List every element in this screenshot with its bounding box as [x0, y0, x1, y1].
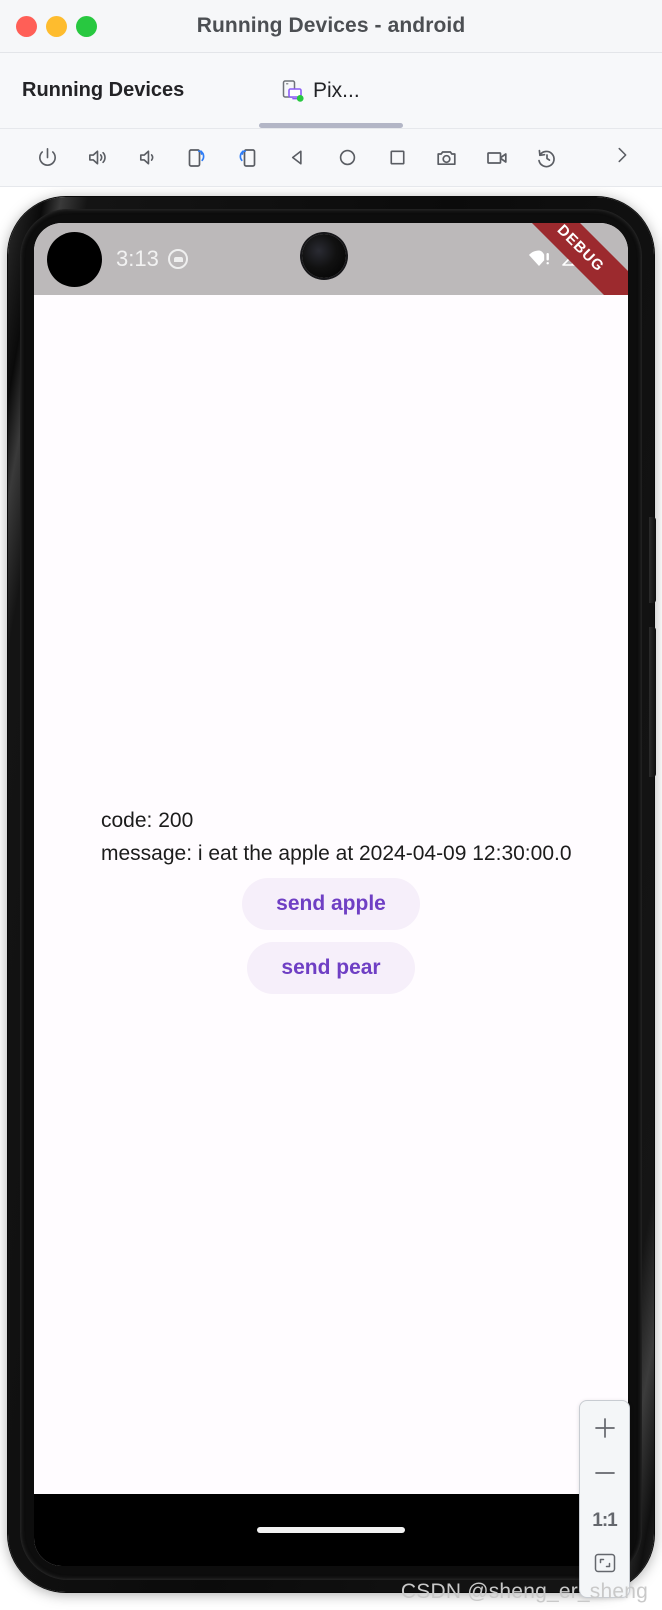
notification-dot-icon — [168, 249, 188, 269]
response-text: code: 200 message: i eat the apple at 20… — [101, 804, 572, 870]
volume-up-button[interactable] — [72, 136, 122, 180]
close-button[interactable] — [16, 15, 37, 37]
watermark: CSDN @sheng_er_sheng — [400, 1580, 648, 1603]
plus-icon — [591, 1414, 619, 1447]
power-button[interactable] — [22, 136, 72, 180]
chevron-right-icon — [611, 144, 633, 171]
flutter-app-content: code: 200 message: i eat the apple at 20… — [34, 295, 628, 1494]
minimize-button[interactable] — [46, 15, 67, 37]
zoom-out-button[interactable] — [582, 1454, 627, 1497]
history-rotate-icon — [535, 146, 559, 170]
send-pear-button[interactable]: send pear — [247, 942, 415, 994]
actual-size-label: 1:1 — [592, 1509, 617, 1531]
toolbar-overflow-button[interactable] — [602, 136, 642, 180]
device-toolbar — [0, 129, 662, 187]
device-display[interactable]: 3:13 DEBUG code: 200 message: i eat the … — [34, 223, 628, 1566]
camera-icon — [435, 146, 459, 170]
zoom-controls-panel: 1:1 — [579, 1400, 630, 1598]
status-bar-clock: 3:13 — [116, 246, 159, 271]
back-button[interactable] — [272, 136, 322, 180]
actual-size-button[interactable]: 1:1 — [582, 1499, 627, 1542]
home-button[interactable] — [322, 136, 372, 180]
back-triangle-icon — [286, 146, 309, 169]
front-camera-punch-hole — [302, 234, 346, 278]
volume-up-icon — [86, 146, 109, 169]
fit-to-screen-icon — [592, 1550, 618, 1581]
device-power-side-button — [649, 517, 656, 603]
active-tab-indicator — [259, 123, 403, 128]
status-bar-mask-left — [47, 232, 102, 287]
window-title-bar: Running Devices - android — [0, 0, 662, 53]
restore-button[interactable] — [522, 136, 572, 180]
device-volume-side-button — [649, 627, 656, 777]
running-devices-window: Running Devices - android Running Device… — [0, 0, 662, 1610]
rotate-left-button[interactable] — [222, 136, 272, 180]
screenshot-button[interactable] — [422, 136, 472, 180]
zoom-button[interactable] — [76, 15, 97, 37]
wifi-warning-icon — [528, 246, 554, 273]
overview-button[interactable] — [372, 136, 422, 180]
response-message-line: message: i eat the apple at 2024-04-09 1… — [101, 842, 572, 865]
action-buttons: send apple send pear — [34, 878, 628, 994]
tool-window-title: Running Devices — [22, 79, 185, 101]
tab-pixel-device[interactable]: Pix... — [258, 53, 376, 129]
window-title: Running Devices - android — [196, 14, 466, 37]
send-apple-button[interactable]: send apple — [242, 878, 420, 930]
android-status-bar: 3:13 DEBUG — [34, 223, 628, 295]
device-frame: 3:13 DEBUG code: 200 message: i eat the … — [8, 197, 656, 1592]
home-gesture-pill[interactable] — [257, 1527, 405, 1533]
home-circle-icon — [336, 146, 359, 169]
video-camera-icon — [485, 146, 509, 170]
rotate-right-icon — [185, 146, 209, 170]
window-controls — [16, 15, 97, 37]
rotate-left-icon — [235, 146, 259, 170]
minus-icon — [591, 1459, 619, 1492]
emulator-device-icon — [280, 79, 305, 104]
zoom-in-button[interactable] — [582, 1409, 627, 1452]
screen-record-button[interactable] — [472, 136, 522, 180]
overview-square-icon — [386, 146, 409, 169]
response-code-line: code: 200 — [101, 809, 194, 832]
volume-down-button[interactable] — [122, 136, 172, 180]
rotate-right-button[interactable] — [172, 136, 222, 180]
tab-label: Pix... — [313, 79, 360, 102]
tool-window-header: Running Devices Pix... — [0, 53, 662, 129]
volume-down-icon — [136, 146, 159, 169]
android-navigation-bar — [34, 1494, 628, 1566]
device-canvas[interactable]: 3:13 DEBUG code: 200 message: i eat the … — [0, 187, 662, 1610]
power-icon — [36, 146, 59, 169]
